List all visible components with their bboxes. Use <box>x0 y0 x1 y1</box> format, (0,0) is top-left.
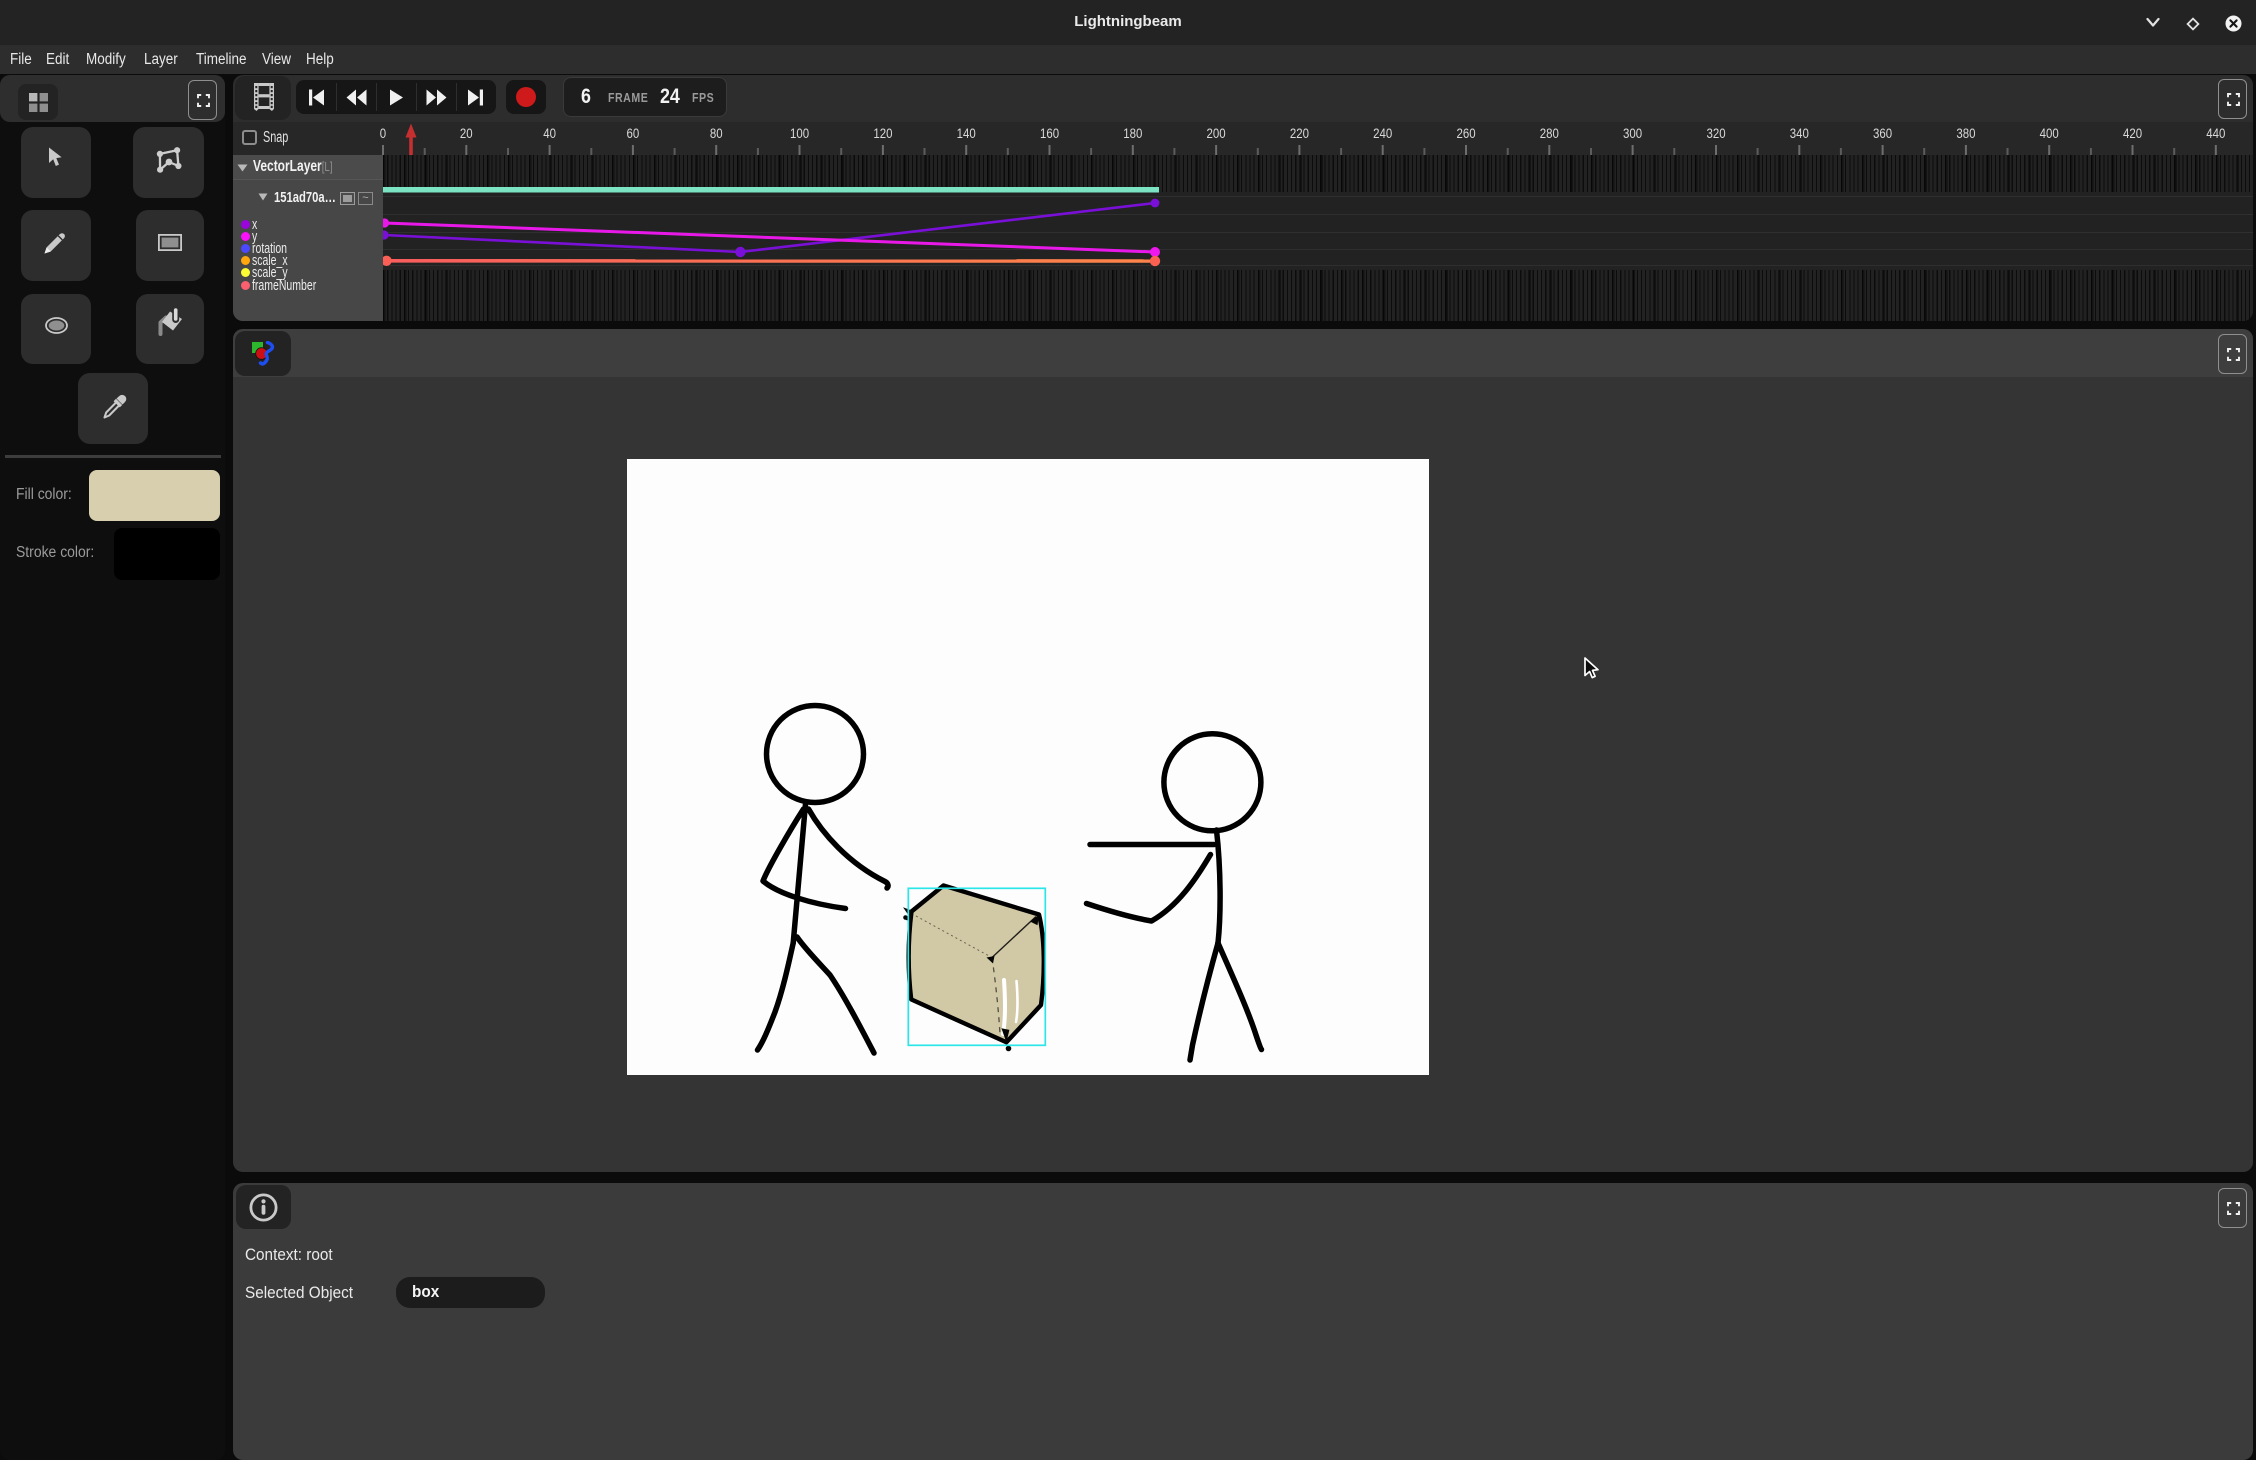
svg-text:300: 300 <box>1623 126 1642 141</box>
svg-text:240: 240 <box>1373 126 1392 141</box>
svg-text:360: 360 <box>1873 126 1892 141</box>
svg-text:340: 340 <box>1790 126 1809 141</box>
svg-text:260: 260 <box>1456 126 1475 141</box>
svg-text:140: 140 <box>957 126 976 141</box>
svg-text:120: 120 <box>873 126 892 141</box>
svg-text:0: 0 <box>380 126 386 141</box>
svg-text:280: 280 <box>1540 126 1559 141</box>
svg-text:60: 60 <box>627 126 640 141</box>
svg-text:160: 160 <box>1040 126 1059 141</box>
svg-text:320: 320 <box>1706 126 1725 141</box>
svg-text:420: 420 <box>2123 126 2142 141</box>
svg-text:20: 20 <box>460 126 473 141</box>
svg-text:40: 40 <box>543 126 556 141</box>
svg-text:80: 80 <box>710 126 723 141</box>
svg-text:180: 180 <box>1123 126 1142 141</box>
svg-text:100: 100 <box>790 126 809 141</box>
svg-text:200: 200 <box>1207 126 1226 141</box>
svg-text:440: 440 <box>2206 126 2225 141</box>
svg-text:380: 380 <box>1956 126 1975 141</box>
svg-text:220: 220 <box>1290 126 1309 141</box>
svg-text:400: 400 <box>2040 126 2059 141</box>
